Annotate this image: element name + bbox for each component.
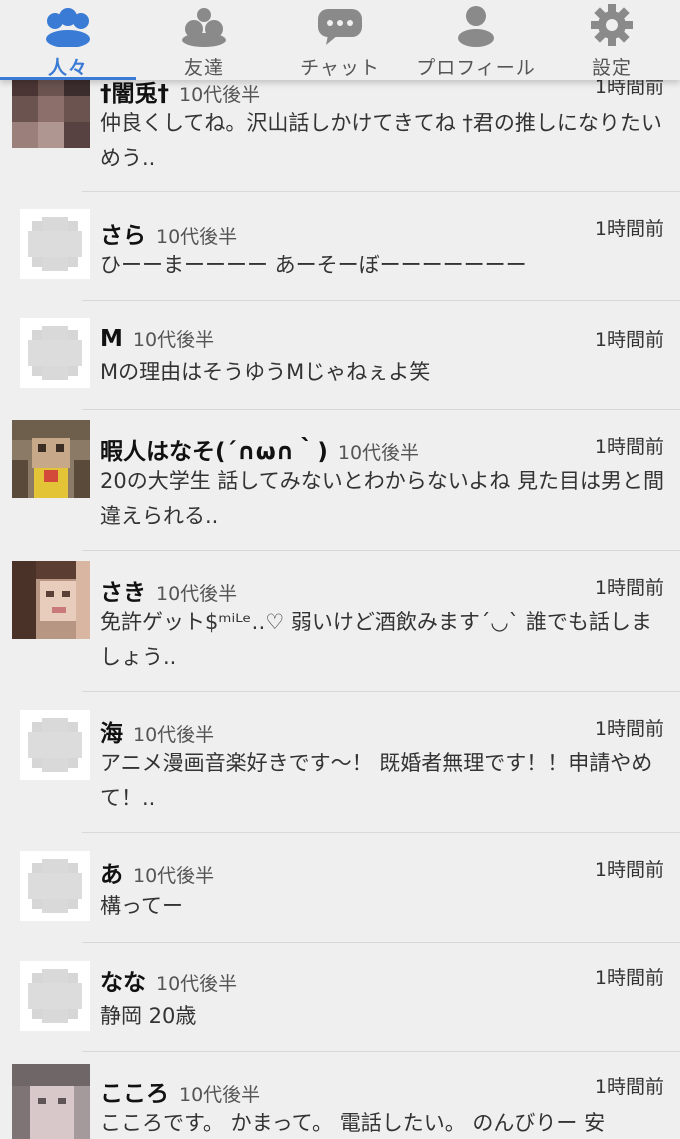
timestamp: 1時間前: [594, 218, 664, 240]
avatar[interactable]: [12, 561, 90, 639]
chat-icon: [310, 0, 370, 47]
user-age: 10代後半: [132, 329, 215, 351]
tab-label: チャット: [300, 57, 380, 79]
people-icon: [38, 0, 98, 47]
profile-icon: [446, 0, 506, 47]
divider: [82, 300, 680, 301]
tab-label: プロフィール: [416, 57, 536, 79]
tab-label: 友達: [183, 57, 224, 79]
avatar[interactable]: [20, 851, 90, 921]
user-age: 10代後半: [156, 583, 238, 605]
divider: [82, 550, 680, 551]
tab-friends[interactable]: 友達: [136, 0, 272, 80]
user-name: こころ 10代後半: [100, 1081, 261, 1107]
user-age: 10代後半: [179, 84, 261, 106]
divider: [82, 409, 680, 410]
user-age: 10代後半: [337, 442, 420, 464]
user-age: 10代後半: [133, 865, 215, 887]
user-name: 暇人はなそ(´∩ω∩｀) 10代後半: [100, 439, 420, 465]
timestamp: 1時間前: [594, 718, 664, 740]
user-age: 10代後半: [156, 973, 238, 995]
timestamp: 1時間前: [594, 329, 664, 351]
avatar[interactable]: [20, 710, 90, 780]
user-name: あ 10代後半: [100, 862, 215, 888]
user-message: こころです。 かまって。 電話したい。 のんびりー 安: [100, 1111, 606, 1135]
avatar[interactable]: [20, 318, 90, 388]
tab-bar: 人々 友達 チャット プロフィール 設定: [0, 0, 680, 80]
avatar[interactable]: [12, 420, 90, 498]
avatar[interactable]: [12, 70, 90, 148]
divider: [82, 942, 680, 943]
timestamp: 1時間前: [594, 436, 664, 458]
user-message: Mの理由はそうゆうMじゃねぇよ笑: [100, 360, 431, 384]
user-message: アニメ漫画音楽好きです〜！ 既婚者無理です！！申請やめて！..: [100, 751, 653, 810]
active-tab-indicator: [0, 77, 136, 80]
user-name: なな 10代後半: [100, 970, 238, 996]
tab-profile[interactable]: プロフィール: [408, 0, 544, 80]
divider: [82, 691, 680, 692]
timestamp: 1時間前: [594, 859, 664, 881]
user-age: 10代後半: [179, 1084, 261, 1106]
user-message: 仲良くしてね。沢山話しかけてきてね †君の推しになりたいめう..: [100, 111, 662, 170]
avatar[interactable]: [20, 209, 90, 279]
divider: [82, 1051, 680, 1052]
user-message: 構ってー: [100, 894, 183, 918]
tab-label: 人々: [47, 57, 88, 79]
user-message: ひーーまーーーー あーそーぼーーーーーーー: [100, 253, 527, 277]
tab-settings[interactable]: 設定: [544, 0, 680, 80]
gear-icon: [582, 0, 642, 47]
user-age: 10代後半: [133, 724, 215, 746]
user-age: 10代後半: [156, 226, 238, 248]
user-message: 20の大学生 話してみないとわからないよね 見た目は男と間違えられる..: [100, 469, 665, 528]
user-message: 免許ゲット$ᵐⁱᴸᵉ‥♡ 弱いけど酒飲みます´◡` 誰でも話しましょう..: [100, 610, 652, 669]
friends-icon: [174, 0, 234, 47]
user-name: さき 10代後半: [100, 580, 238, 606]
divider: [82, 191, 680, 192]
tab-people[interactable]: 人々: [0, 0, 136, 80]
avatar[interactable]: [12, 1064, 90, 1139]
timestamp: 1時間前: [594, 577, 664, 599]
user-name: 海 10代後半: [100, 721, 215, 747]
avatar[interactable]: [20, 961, 90, 1031]
divider: [82, 832, 680, 833]
timestamp: 1時間前: [594, 967, 664, 989]
user-message: 静岡 20歳: [100, 1004, 197, 1028]
timestamp: 1時間前: [594, 1076, 664, 1098]
tab-chat[interactable]: チャット: [272, 0, 408, 80]
user-name: さら 10代後半: [100, 223, 238, 249]
user-name: M 10代後半: [100, 326, 215, 352]
tab-label: 設定: [591, 57, 632, 79]
